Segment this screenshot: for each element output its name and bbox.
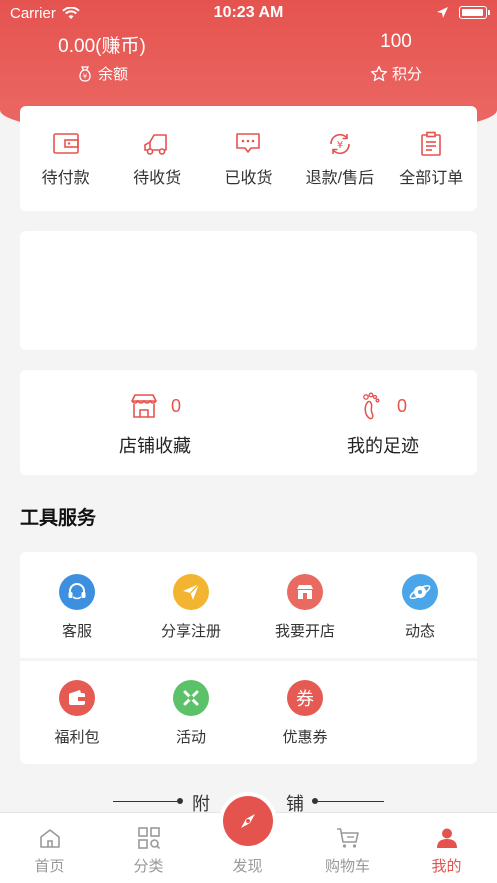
svg-text:¥: ¥ (83, 72, 88, 80)
favorites-card: 0 店铺收藏 0 我的足迹 (20, 370, 477, 475)
tool-welfare-pack[interactable]: 福利包 (20, 680, 134, 747)
order-status-card: 待付款 待收货 已收货 ¥ 退款/售后 全部订单 (20, 106, 477, 211)
divider-line-left (113, 801, 177, 802)
money-bag-icon: ¥ (79, 65, 91, 82)
tools-section-title: 工具服务 (20, 508, 97, 529)
balance-value: 0.00(赚币) (58, 36, 146, 57)
tool-label: 福利包 (54, 729, 100, 746)
footprint-icon (363, 392, 380, 420)
location-arrow-icon (437, 7, 448, 18)
tool-label: 动态 (404, 623, 435, 640)
discover-button[interactable] (223, 796, 273, 846)
shop-favorites-count: 0 (170, 395, 181, 416)
footprints-label: 我的足迹 (347, 436, 419, 456)
order-label: 待收货 (133, 170, 182, 187)
truck-icon (144, 134, 167, 155)
refund-icon: ¥ (330, 133, 350, 155)
home-icon (39, 829, 60, 848)
svg-text:¥: ¥ (337, 140, 343, 151)
tool-customer-service[interactable]: 客服 (20, 574, 134, 641)
shop-favorites[interactable]: 0 店铺收藏 (75, 390, 235, 458)
headset-icon (59, 574, 95, 610)
battery-icon (459, 6, 490, 19)
order-label: 待付款 (41, 170, 90, 187)
tool-share-register[interactable]: 分享注册 (134, 574, 248, 641)
order-all[interactable]: 全部订单 (386, 130, 476, 211)
tool-label: 我要开店 (274, 623, 335, 640)
balance-label: 余额 (97, 66, 128, 83)
category-icon (137, 827, 160, 849)
empty-banner-card (20, 231, 477, 350)
tab-label: 首页 (34, 858, 65, 875)
wallet-summary: 0.00(赚币) ¥ 余额 100 积分 (0, 31, 497, 91)
order-refund[interactable]: ¥ 退款/售后 (295, 130, 385, 211)
clipboard-icon (421, 131, 442, 156)
divider-dot-left (177, 798, 183, 804)
order-label: 已收货 (224, 170, 273, 187)
tool-label: 优惠券 (282, 729, 328, 746)
tab-home[interactable]: 首页 (0, 813, 99, 883)
divider-line-right (318, 801, 384, 802)
tool-coupon[interactable]: 券 优惠券 (248, 680, 362, 747)
shop-favorites-label: 店铺收藏 (119, 436, 191, 456)
tab-cart[interactable]: 购物车 (298, 813, 397, 883)
balance-block[interactable]: 0.00(赚币) ¥ 余额 (2, 31, 202, 84)
order-label: 全部订单 (399, 170, 464, 187)
tool-moments[interactable]: 动态 (363, 574, 477, 641)
tool-label: 分享注册 (160, 623, 221, 640)
tab-mine[interactable]: 我的 (397, 813, 496, 883)
points-value: 100 (380, 31, 412, 52)
tool-activity[interactable]: 活动 (134, 680, 248, 747)
tab-label: 分类 (133, 858, 164, 875)
order-received[interactable]: 已收货 (203, 130, 293, 211)
cross-icon (173, 680, 209, 716)
points-label: 积分 (391, 66, 422, 83)
my-footprints[interactable]: 0 我的足迹 (303, 390, 463, 458)
status-bar: Carrier 10:23 AM (0, 0, 497, 30)
tool-open-store[interactable]: 我要开店 (248, 574, 362, 641)
status-time: 10:23 AM (213, 4, 284, 21)
tab-label: 我的 (431, 858, 462, 875)
footprints-count: 0 (396, 395, 407, 416)
tab-category[interactable]: 分类 (99, 813, 198, 883)
order-label: 退款/售后 (305, 170, 375, 187)
tool-label: 活动 (175, 729, 206, 746)
planet-icon (402, 574, 438, 610)
points-block[interactable]: 100 积分 (296, 31, 496, 84)
cart-icon (336, 828, 359, 848)
wallet-icon (52, 133, 79, 154)
user-icon (436, 828, 457, 848)
paper-plane-icon (173, 574, 209, 610)
store-icon (131, 394, 157, 418)
tab-label: 购物车 (324, 858, 370, 875)
compass-icon (241, 814, 255, 828)
coupon-icon: 券 (287, 680, 323, 716)
tab-label: 发现 (232, 858, 263, 875)
store-icon (287, 574, 323, 610)
tools-row-divider (20, 658, 477, 661)
message-box-icon (236, 133, 261, 153)
star-icon (370, 65, 388, 81)
order-pending-receipt[interactable]: 待收货 (112, 130, 202, 211)
wallet-icon (59, 680, 95, 716)
tool-label: 客服 (61, 623, 92, 640)
order-pending-payment[interactable]: 待付款 (21, 130, 111, 211)
